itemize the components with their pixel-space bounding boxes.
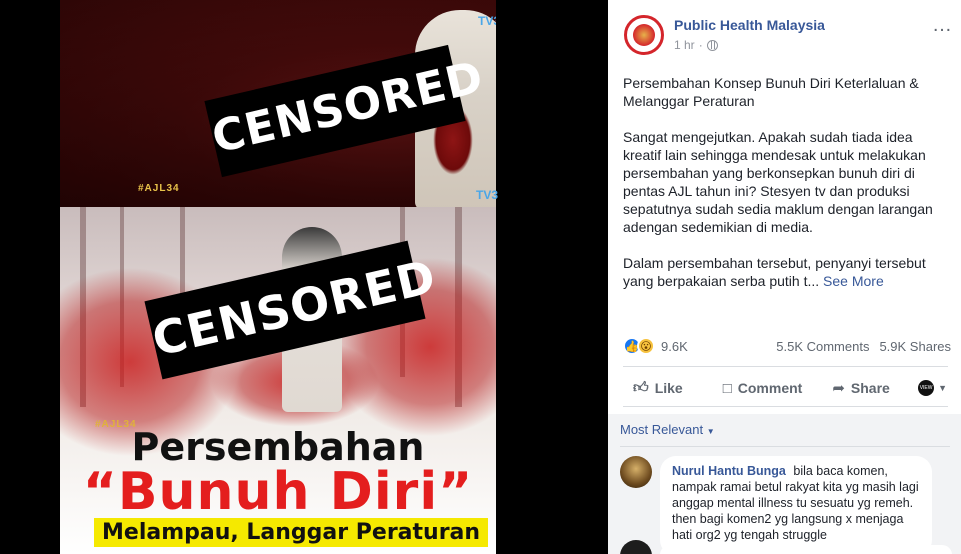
post-paragraph-truncated: Dalam persembahan tersebut, penyanyi ter… xyxy=(623,254,948,290)
shares-count-link[interactable]: 5.9K Shares xyxy=(879,339,951,354)
chevron-down-icon: ▼ xyxy=(706,427,715,436)
post-meta: 1 hr · xyxy=(674,38,718,52)
more-options-icon[interactable]: … xyxy=(932,14,952,37)
comments-section: Most Relevant ▼ Nurul Hantu Bunga bila b… xyxy=(608,414,961,554)
post-paragraph: Sangat mengejutkan. Apakah sudah tiada i… xyxy=(623,129,933,235)
action-bar: 👍︎ Like □ Comment ➦ Share xyxy=(623,372,953,404)
comment-bubble xyxy=(660,545,952,554)
comments-count-link[interactable]: 5.5K Comments xyxy=(776,339,869,354)
post-paragraph: Persembahan Konsep Bunuh Diri Keterlalua… xyxy=(623,75,919,109)
chevron-down-icon: ▼ xyxy=(938,383,947,393)
hashtag-label: #AJL34 xyxy=(138,183,180,194)
comment-button[interactable]: □ Comment xyxy=(723,380,803,397)
comment-bubble: Nurul Hantu Bunga bila baca komen, nampa… xyxy=(660,456,932,554)
wow-reaction-icon: 😮 xyxy=(637,337,655,355)
see-more-link[interactable]: See More xyxy=(823,273,884,289)
headline-subject: “Bunuh Diri” xyxy=(82,462,474,522)
commenter-avatar[interactable] xyxy=(620,456,652,488)
comment-sort-label: Most Relevant xyxy=(620,422,704,437)
reactions-summary[interactable]: 👍 😮 9.6K xyxy=(623,337,688,355)
meta-separator: · xyxy=(698,38,703,52)
post-timestamp[interactable]: 1 hr xyxy=(674,38,695,52)
post-as-selector[interactable]: VIEW ▼ xyxy=(918,380,947,396)
post-panel: Public Health Malaysia 1 hr · … Persemba… xyxy=(608,0,961,554)
thumbs-up-icon: 👍︎ xyxy=(633,379,649,396)
page-avatar[interactable] xyxy=(624,15,664,55)
engagement-counts: 5.5K Comments 5.9K Shares xyxy=(776,339,951,354)
tv-logo: TV3 xyxy=(476,188,499,202)
comment-author-link[interactable]: Nurul Hantu Bunga xyxy=(672,464,786,478)
page-name-link[interactable]: Public Health Malaysia xyxy=(674,17,825,33)
page-logo-icon xyxy=(633,24,655,46)
divider xyxy=(623,366,948,367)
like-button[interactable]: 👍︎ Like xyxy=(633,379,683,397)
viewer-avatar: VIEW xyxy=(918,380,935,396)
share-arrow-icon: ➦ xyxy=(832,380,845,397)
comment-bubble-icon: □ xyxy=(722,379,732,397)
comment-label: Comment xyxy=(737,380,803,396)
comment-sort-dropdown[interactable]: Most Relevant ▼ xyxy=(620,422,715,437)
commenter-avatar[interactable] xyxy=(620,540,652,554)
like-label: Like xyxy=(654,380,683,396)
tv-logo: TV3 xyxy=(478,14,496,28)
globe-icon[interactable] xyxy=(706,39,718,51)
post-text: Persembahan Konsep Bunuh Diri Keterlalua… xyxy=(623,74,948,308)
headline-subtitle: Melampau, Langgar Peraturan xyxy=(94,518,489,547)
divider xyxy=(623,406,948,407)
reaction-count: 9.6K xyxy=(661,338,688,354)
post-media[interactable]: #AJL34 TV3 #AJL34 Persembahan “Bunuh Dir… xyxy=(0,0,608,554)
divider xyxy=(620,446,950,447)
share-button[interactable]: ➦ Share xyxy=(832,379,890,397)
share-label: Share xyxy=(850,380,890,396)
